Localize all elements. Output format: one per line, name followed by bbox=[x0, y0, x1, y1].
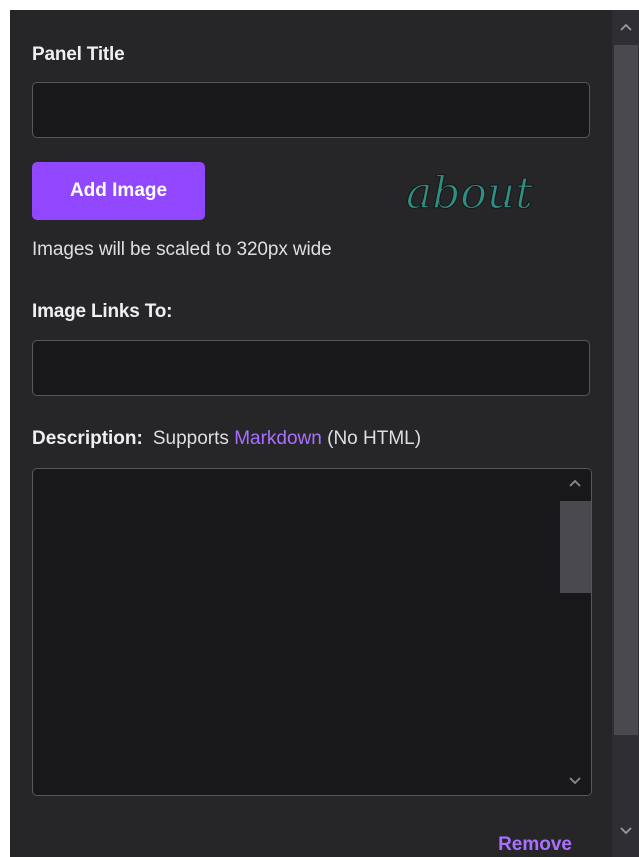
description-textarea[interactable] bbox=[33, 469, 553, 795]
panel-editor: Panel Title Add Image about Images will … bbox=[10, 10, 612, 857]
description-scrollbar[interactable] bbox=[558, 469, 591, 795]
image-preview-logo-text: about bbox=[406, 168, 533, 219]
chevron-up-icon[interactable] bbox=[612, 14, 639, 40]
supports-text: Supports bbox=[152, 428, 235, 449]
chevron-down-icon[interactable] bbox=[612, 818, 639, 844]
panel-title-label: Panel Title bbox=[32, 44, 125, 65]
image-link-input[interactable] bbox=[32, 340, 590, 396]
description-header: Description: Supports Markdown (No HTML) bbox=[32, 428, 421, 450]
add-image-button[interactable]: Add Image bbox=[32, 162, 205, 220]
image-scale-hint: Images will be scaled to 320px wide bbox=[32, 239, 332, 260]
image-links-label: Image Links To: bbox=[32, 301, 173, 322]
chevron-up-icon[interactable] bbox=[558, 471, 591, 495]
description-label: Description: bbox=[32, 428, 143, 449]
no-html-text: (No HTML) bbox=[321, 428, 422, 449]
description-scroll-thumb[interactable] bbox=[560, 501, 591, 593]
chevron-down-icon[interactable] bbox=[558, 769, 591, 793]
description-field-wrapper bbox=[32, 468, 592, 796]
page-scroll-thumb[interactable] bbox=[614, 45, 638, 735]
panel-title-input[interactable] bbox=[32, 82, 590, 138]
markdown-link[interactable]: Markdown bbox=[234, 428, 322, 449]
remove-button[interactable]: Remove bbox=[498, 834, 572, 856]
page-scrollbar[interactable] bbox=[612, 10, 639, 857]
image-preview-logo: about bbox=[405, 167, 533, 219]
